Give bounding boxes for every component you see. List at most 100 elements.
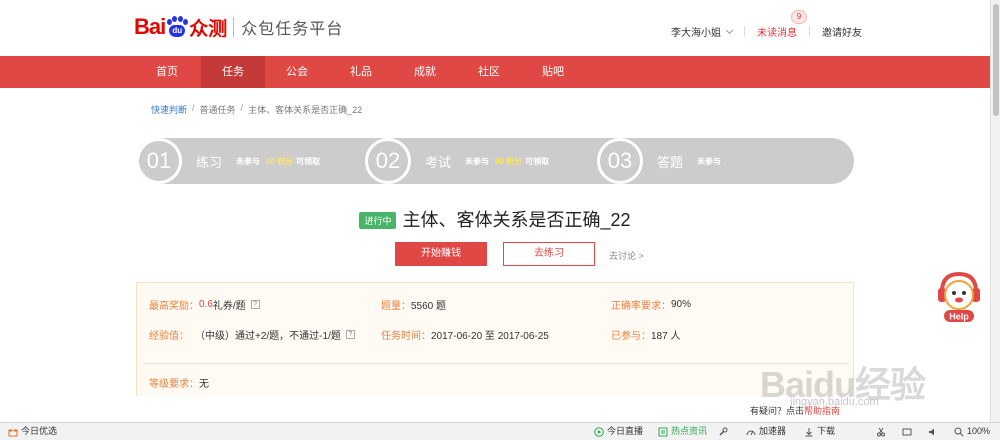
baidu-zhongce-logo[interactable]: Bai du 众测 众包任务平台 [134,10,343,44]
nav-item-home[interactable]: 首页 [138,56,196,88]
step-practice[interactable]: 01 练习 未参与 20 积分 可领取 [136,138,320,184]
speed-icon [746,430,756,435]
chevron-down-icon [725,26,734,34]
nav-item-tasks[interactable]: 任务 [201,56,265,88]
nav-item-guild[interactable]: 公会 [266,56,328,88]
logo-divider [233,17,235,37]
accelerator-label: 加速器 [759,426,787,436]
task-time-info: 任务时间： 2017-06-20 至 2017-06-25 [381,327,549,342]
start-earning-button[interactable]: 开始赚钱 [395,242,487,266]
invite-friends-link[interactable]: 邀请好友 [822,24,862,39]
quantity-info: 题量： 5560 题 [381,297,446,312]
site-header: Bai du 众测 众包任务平台 李大海小姐 未读消息 9 邀请好友 [0,0,990,56]
task-steps: 01 练习 未参与 20 积分 可领取 02 考试 未参与 50 积分 可领取 … [136,138,854,184]
help-question: 有疑问？点击 [750,406,805,416]
download-button[interactable]: 下载 [804,423,835,440]
level-label: 等级要求： [149,379,199,390]
nav-item-tieba[interactable]: 贴吧 [522,56,584,88]
step-answer[interactable]: 03 答题 未参与 [597,138,727,184]
status-badge: 进行中 [359,211,397,229]
go-practice-button[interactable]: 去练习 [503,242,595,266]
help-question-icon[interactable]: ? [250,300,260,309]
logo-du-text: du [169,25,186,37]
breadcrumb-current: 主体、客体关系是否正确_22 [248,105,363,115]
today-picks-label: 今日优选 [21,426,58,436]
joined-label: 已参与： [611,331,651,342]
browser-page: Bai du 众测 众包任务平台 李大海小姐 未读消息 9 邀请好友 首页 任务… [0,0,1000,440]
logo-subtitle: 众包任务平台 [241,21,344,38]
help-question-icon[interactable]: ? [345,330,355,339]
mute-button[interactable] [928,423,941,440]
page-title: 主体、客体关系是否正确_22 [402,210,631,230]
user-name: 李大海小姐 [671,28,721,39]
experience-value: （中级）通过+2/题，不通过-1/题 [195,331,341,342]
step-number: 03 [597,138,643,184]
logo-product-text: 众测 [189,18,228,40]
screenshot-button[interactable] [876,423,889,440]
baidu-paw-icon: du [166,16,189,38]
step-number: 01 [136,138,182,184]
discuss-link[interactable]: 去讨论 > [609,249,644,262]
step-score: 20 积分 [266,156,294,166]
unread-messages-link[interactable]: 未读消息 9 [757,10,807,39]
nav-item-gifts[interactable]: 礼品 [330,56,392,88]
reward-label: 最高奖励： [149,301,199,312]
task-time-value: 2017-06-20 至 2017-06-25 [431,331,549,342]
accuracy-value: 90% [671,299,692,310]
divider [744,26,745,37]
divider [143,363,849,364]
reward-info: 最高奖励： 0.6 礼券/题 ? [149,297,260,312]
wrench-icon [719,427,728,436]
scrollbar-thumb[interactable] [993,4,999,116]
divider [809,26,810,37]
logo-bai-text: Bai [134,14,166,39]
task-time-label: 任务时间： [381,331,431,342]
step-number: 02 [365,138,411,184]
task-info-panel: 最高奖励： 0.6 礼券/题 ? 题量： 5560 题 正确率要求： 90% 经… [136,282,854,396]
main-nav: 首页 任务 公会 礼品 成就 社区 贴吧 [0,56,990,88]
hot-news-button[interactable]: 热点资讯 [658,423,707,440]
breadcrumb-item[interactable]: 普通任务 [200,103,236,116]
help-mascot-icon: Help [938,271,980,322]
accuracy-label: 正确率要求： [611,301,671,312]
unread-label: 未读消息 [757,28,797,39]
step-name: 考试 [425,154,452,170]
gift-icon [8,428,18,436]
today-live-button[interactable]: 今日直播 [594,423,643,440]
zoom-icon [954,427,964,436]
news-icon [658,427,668,436]
download-icon [805,427,813,436]
step-status: 未参与 [697,156,722,166]
step-status: 未参与 [236,156,261,166]
tools-icon-button[interactable] [718,423,731,440]
help-mascot-button[interactable]: Help [936,270,982,324]
experience-info: 经验值： （中级）通过+2/题，不通过-1/题 ? [149,327,355,342]
download-label: 下载 [817,426,836,436]
unread-count-badge: 9 [791,10,807,24]
help-mascot-label: Help [949,312,969,322]
scissors-icon [877,427,885,436]
step-name: 练习 [196,154,223,170]
help-guide-link[interactable]: 帮助指南 [804,406,840,416]
breadcrumb: 快速判断 / 普通任务 / 主体、客体关系是否正确_22 [151,103,362,116]
quantity-value: 5560 题 [411,301,447,312]
nav-item-community[interactable]: 社区 [458,56,520,88]
user-area: 李大海小姐 未读消息 9 邀请好友 [671,10,862,39]
step-claim: 可领取 [525,156,550,166]
action-buttons: 开始赚钱 去练习 去讨论 > [0,242,990,266]
browser-status-bar: 今日优选 今日直播 热点资讯 加速器 下载 100% [0,422,1000,440]
user-menu[interactable]: 李大海小姐 [671,24,734,39]
reward-unit: 礼券/题 [212,301,246,312]
accuracy-info: 正确率要求： 90% [611,297,691,312]
page-scrollbar[interactable] [990,0,1000,422]
window-button[interactable] [902,423,915,440]
hot-news-label: 热点资讯 [671,426,708,436]
joined-value: 187 人 [651,331,681,342]
nav-item-achievements[interactable]: 成就 [394,56,456,88]
step-exam[interactable]: 02 考试 未参与 50 积分 可领取 [365,138,549,184]
quantity-label: 题量： [381,301,411,312]
today-picks-button[interactable]: 今日优选 [8,423,57,440]
accelerator-button[interactable]: 加速器 [746,423,786,440]
breadcrumb-item[interactable]: 快速判断 [151,103,187,116]
zoom-control[interactable]: 100% [954,423,990,440]
